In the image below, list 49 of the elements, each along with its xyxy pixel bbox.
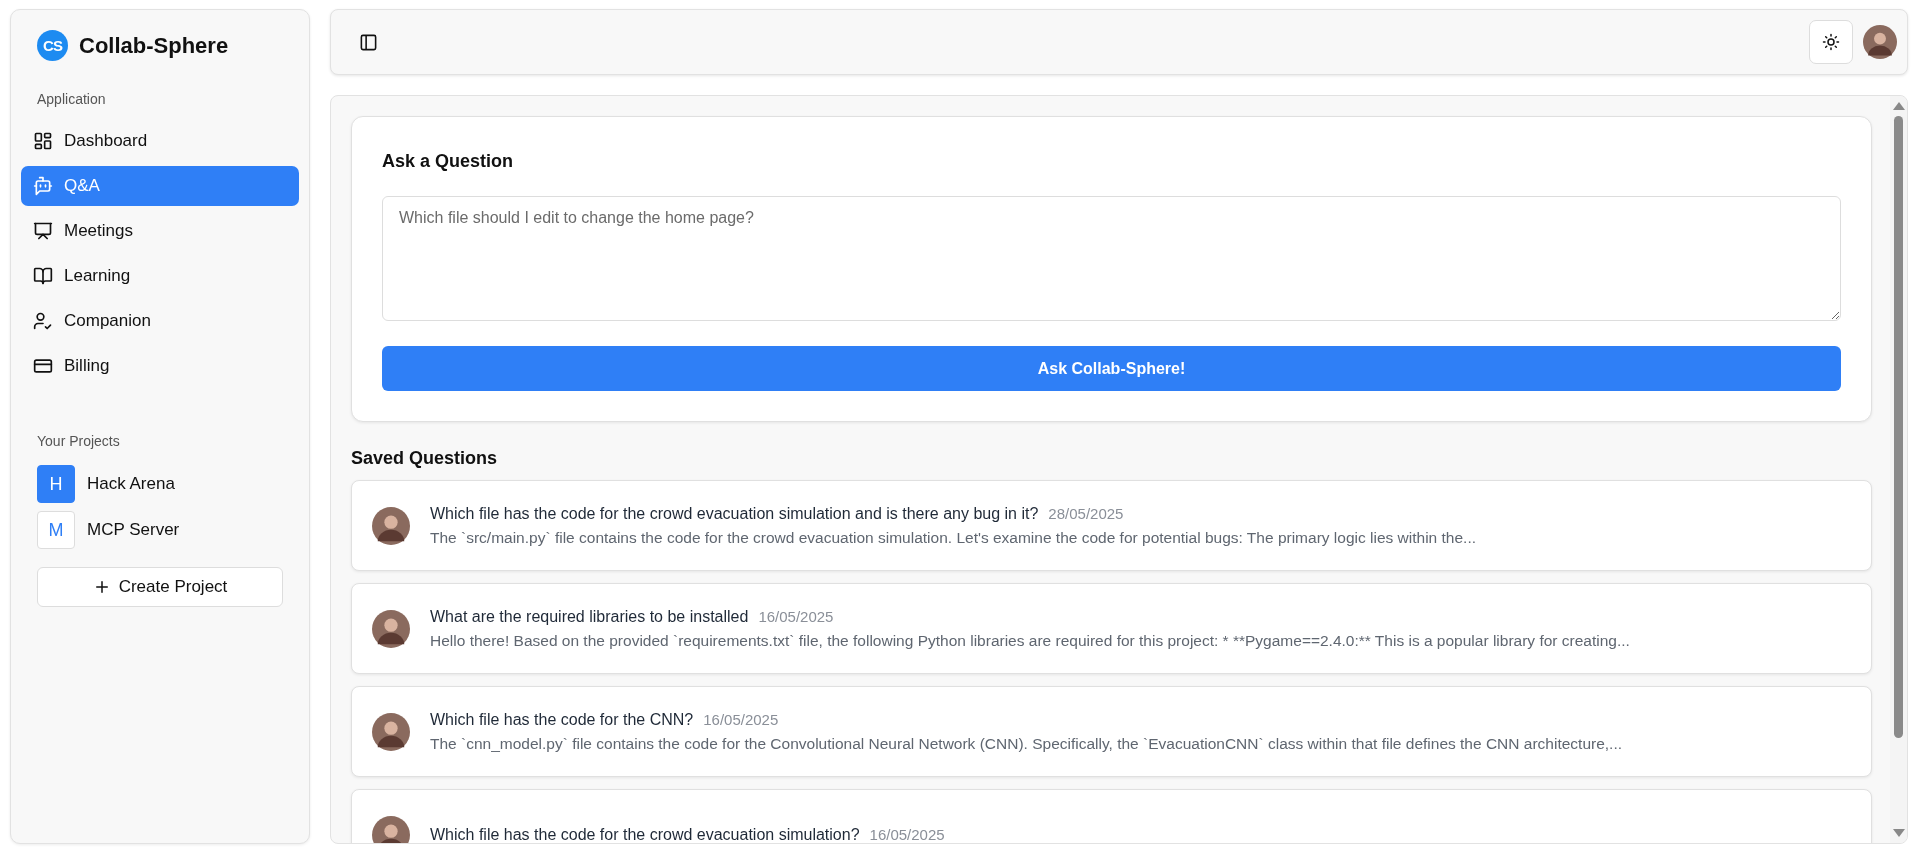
project-name[interactable]: MCP Server <box>87 520 180 540</box>
question-text: Which file has the code for the crowd evacuation simulation? <box>430 825 860 843</box>
section-label: Your Projects <box>36 432 121 451</box>
presentation-icon <box>33 221 53 241</box>
grid-icon <box>33 131 53 151</box>
question-text: Which file has the code for the crowd evacuation simulation and is there any bug in it? <box>430 504 1039 523</box>
question-text: What are the required libraries to be installed <box>430 607 749 626</box>
user-avatar <box>372 506 410 545</box>
scrollbar[interactable] <box>1890 96 1907 843</box>
ask-button[interactable]: Ask Collab-Sphere! <box>382 346 1841 391</box>
user-check-icon <box>33 311 53 331</box>
user-avatar <box>372 609 410 648</box>
card-icon <box>33 356 53 376</box>
nav-item[interactable]: Billing <box>21 346 299 386</box>
section-label: Application <box>36 90 107 109</box>
question-date: 16/05/2025 <box>703 710 779 728</box>
question-card[interactable] <box>351 686 1872 777</box>
user-avatar <box>372 712 410 751</box>
sun-icon <box>1822 33 1840 51</box>
theme-button[interactable] <box>1809 20 1853 64</box>
question-card[interactable] <box>351 480 1872 571</box>
user-avatar <box>372 815 410 843</box>
sidebar-toggle-icon[interactable] <box>359 32 378 52</box>
project-initial[interactable]: H <box>37 465 75 503</box>
nav-item[interactable]: Learning <box>21 256 299 296</box>
answer-preview: The `cnn_model.py` file contains the code for the Convolutional Neural Network (CNN). Specifically, the `EvacuationCNN` class within that file defines the CNN architecture,... <box>430 734 1622 753</box>
nav-item[interactable]: Meetings <box>21 211 299 251</box>
nav-item[interactable]: Dashboard <box>21 121 299 161</box>
answer-preview: Hello there! Based on the provided `requirements.txt` file, the following Python libraries are required for this project: * **Pygame==2.4.0:** This is a popular library for creating... <box>430 631 1630 650</box>
user-avatar[interactable] <box>1863 25 1897 59</box>
app-title: Collab-Sphere <box>79 32 229 59</box>
card-title: Ask a Question <box>382 151 515 172</box>
question-date: 16/05/2025 <box>869 825 945 843</box>
question-card[interactable] <box>351 583 1872 674</box>
create-project-button[interactable]: Create Project <box>37 567 283 607</box>
book-icon <box>33 266 53 286</box>
project-name[interactable]: Hack Arena <box>87 474 175 494</box>
nav-item[interactable]: Companion <box>21 301 299 341</box>
question-date: 28/05/2025 <box>1048 504 1124 522</box>
logo-icon: CS <box>37 30 68 61</box>
question-text: Which file has the code for the CNN? <box>430 710 694 729</box>
answer-preview: The `src/main.py` file contains the code for the crowd evacuation simulation. Let's examine the code for potential bugs: The primary logic lies within the... <box>430 528 1476 547</box>
question-card[interactable]: Which file has the code for the crowd evacuation simulation? 16/05/2025 <box>351 789 1872 843</box>
robot-icon <box>33 176 53 196</box>
question-field[interactable]: Which file should I edit to change the home page? <box>382 196 1841 321</box>
nav-item[interactable]: Q&A <box>21 166 299 206</box>
section-title: Saved Questions <box>351 448 499 469</box>
project-initial[interactable]: M <box>37 511 75 549</box>
question-date: 16/05/2025 <box>758 607 834 625</box>
